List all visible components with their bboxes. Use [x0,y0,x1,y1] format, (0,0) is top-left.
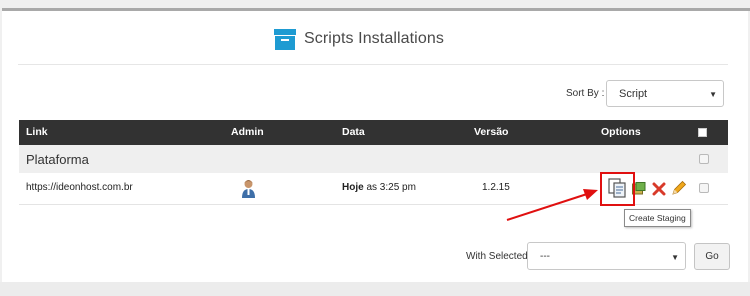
with-selected-value: --- [540,251,550,262]
archive-box-icon [274,28,296,50]
group-row: Plataforma [19,145,728,173]
date-day: Hoje [342,182,364,193]
chevron-down-icon: ▼ [709,90,717,99]
sort-by-select[interactable]: Script ▼ [606,80,724,107]
table-header: Link Admin Data Versão Options [19,120,728,145]
page-title: Scripts Installations [304,30,444,47]
title-divider [18,64,728,65]
row-checkbox[interactable] [699,183,709,193]
sort-by-label: Sort By : [566,88,605,99]
group-checkbox[interactable] [699,154,709,164]
chevron-down-icon: ▼ [671,253,679,262]
go-button[interactable]: Go [694,243,730,270]
edit-icon[interactable] [671,180,687,196]
column-header-options: Options [601,126,641,138]
highlight-box [600,172,635,206]
select-all-checkbox[interactable] [698,128,707,137]
section-title: Scripts Installations [274,28,444,50]
installation-date: Hoje as 3:25 pm [342,182,416,193]
installation-link[interactable]: https://ideonhost.com.br [26,182,133,193]
delete-icon[interactable] [652,182,666,196]
column-header-link: Link [26,126,48,138]
column-header-data: Data [342,126,365,138]
column-header-admin: Admin [231,126,264,138]
date-time: as 3:25 pm [363,182,416,193]
user-icon[interactable] [241,179,256,199]
page-footer-area [0,282,750,296]
tooltip: Create Staging [624,209,691,227]
with-selected-label: With Selected: [466,251,531,262]
group-label: Plataforma [26,152,89,167]
with-selected-select[interactable]: --- ▼ [527,242,686,270]
annotation-arrow [506,189,598,221]
column-header-versao: Versão [474,126,509,138]
sort-by-value: Script [619,88,648,100]
